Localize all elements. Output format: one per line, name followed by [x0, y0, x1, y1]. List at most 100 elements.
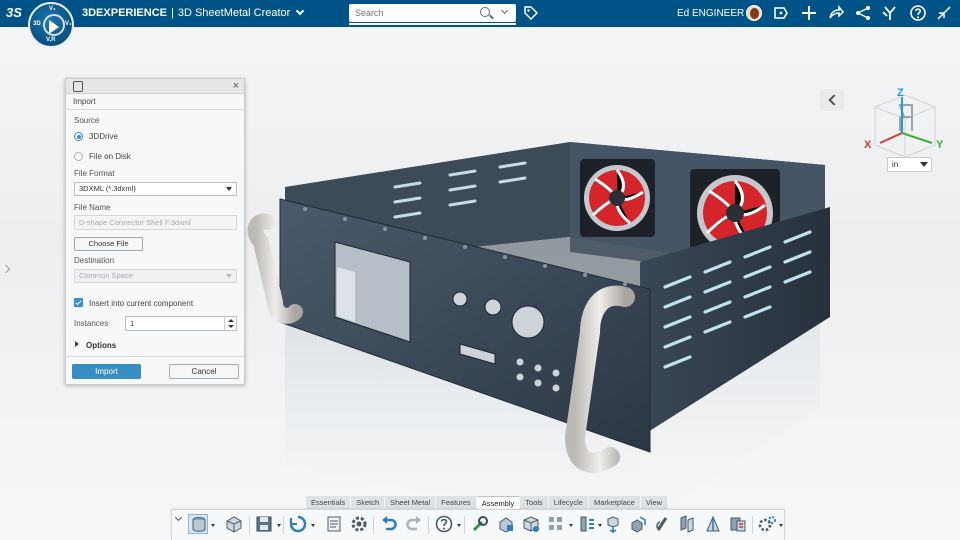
tab-sketch[interactable]: Sketch [351, 496, 386, 509]
collapse-icon[interactable] [935, 4, 953, 22]
refresh-icon[interactable] [288, 514, 308, 534]
app-title[interactable]: 3DEXPERIENCE | 3D SheetMetal Creator [82, 6, 305, 19]
measure-icon[interactable] [703, 514, 723, 534]
help-icon[interactable] [434, 514, 454, 534]
notifications-icon[interactable] [772, 4, 790, 22]
share-icon[interactable] [827, 4, 845, 22]
divider [66, 356, 244, 357]
add-icon[interactable] [800, 4, 818, 22]
top-bar: 3S 3DEXPERIENCE|3D SheetMetal Creator Ed… [0, 0, 960, 27]
import-button[interactable]: Import [72, 364, 141, 379]
search-input[interactable] [349, 4, 469, 22]
help-icon[interactable] [909, 4, 927, 22]
more-options-icon[interactable] [457, 524, 461, 527]
instances-value: 1 [130, 319, 135, 328]
tab-marketplace[interactable]: Marketplace [588, 496, 641, 509]
tag-icon[interactable] [524, 6, 538, 20]
z-axis-label: Z [897, 87, 904, 99]
y-axis-label: Y [936, 139, 944, 151]
search-box[interactable] [349, 4, 516, 22]
units-value: in [892, 160, 899, 169]
destination-value: Common Space [79, 271, 133, 280]
tab-essentials[interactable]: Essentials [306, 496, 352, 509]
user-name[interactable]: Ed ENGINEER [677, 8, 744, 19]
save-icon[interactable] [254, 514, 274, 534]
chevron-down-icon [226, 187, 232, 191]
network-icon[interactable] [854, 4, 872, 22]
more-options-icon[interactable] [311, 524, 315, 527]
insert-checkbox[interactable] [74, 298, 83, 307]
chevron-down-icon[interactable] [174, 513, 183, 522]
insert-part-icon[interactable] [224, 514, 244, 534]
search-icon[interactable] [480, 7, 490, 17]
mate-icon[interactable] [470, 514, 490, 534]
compass-widget[interactable]: V₂ 3D V₁ V,R [28, 2, 74, 48]
search-dropdown-icon[interactable] [500, 6, 509, 15]
source-3ddrive-label[interactable]: 3DDrive [89, 132, 118, 141]
configure-icon[interactable] [757, 514, 777, 534]
section-icon[interactable] [728, 514, 748, 534]
pattern-icon[interactable] [546, 514, 566, 534]
insert-label[interactable]: Insert into current component [89, 299, 193, 308]
database-icon [73, 81, 83, 92]
undo-icon[interactable] [379, 514, 399, 534]
chevron-down-icon[interactable] [296, 6, 305, 16]
divider [464, 516, 465, 534]
source-3ddrive-radio[interactable] [74, 132, 83, 141]
fix-icon[interactable] [496, 514, 516, 534]
replace-icon[interactable] [628, 514, 648, 534]
apps-icon[interactable] [881, 4, 899, 22]
tab-lifecycle[interactable]: Lifecycle [548, 496, 589, 509]
fan-left [580, 159, 655, 237]
flexible-icon[interactable] [652, 514, 672, 534]
tab-features[interactable]: Features [436, 496, 477, 509]
file-format-label: File Format [74, 169, 115, 178]
tab-view[interactable]: View [640, 496, 668, 509]
axis-triad[interactable]: Z X Y [860, 85, 950, 165]
explode-icon[interactable] [577, 514, 597, 534]
tab-tools[interactable]: Tools [520, 496, 549, 509]
import-icon[interactable] [188, 514, 208, 534]
dialog-header[interactable]: × [66, 79, 244, 94]
instances-label: Instances [74, 319, 109, 328]
units-select[interactable]: in [887, 157, 932, 172]
dassault-logo[interactable]: 3S [6, 5, 22, 20]
file-name-field: D-shape Connector Shell F.3dxml [74, 215, 237, 230]
destination-label: Destination [74, 256, 115, 265]
file-format-select[interactable]: 3DXML (*.3dxml) [74, 182, 237, 196]
choose-file-button[interactable]: Choose File [74, 237, 143, 251]
more-options-icon[interactable] [569, 524, 573, 527]
assembly-icon[interactable] [521, 514, 541, 534]
panel-collapse-button[interactable] [820, 89, 844, 111]
avatar[interactable] [746, 5, 762, 21]
source-disk-label[interactable]: File on Disk [89, 152, 131, 161]
move-icon[interactable] [603, 514, 623, 534]
play-icon[interactable] [49, 20, 59, 34]
stepper-arrows-icon[interactable] [224, 317, 236, 330]
compass-bottom-label: V,R [46, 37, 56, 43]
cancel-button[interactable]: Cancel [169, 364, 239, 379]
settings-icon[interactable] [349, 514, 369, 534]
more-options-icon[interactable] [277, 524, 281, 527]
redo-icon[interactable] [404, 514, 424, 534]
action-bar [171, 509, 785, 540]
close-icon[interactable]: × [233, 80, 239, 92]
tab-sheet-metal[interactable]: Sheet Metal [385, 496, 437, 509]
x-axis-label: X [864, 139, 872, 151]
expand-triangle-icon[interactable] [75, 341, 79, 347]
chassis-model[interactable] [245, 107, 845, 527]
source-label: Source [74, 116, 100, 125]
more-options-icon[interactable] [779, 524, 783, 527]
import-dialog: × Import Source 3DDrive File on Disk Fil… [65, 78, 245, 385]
file-name-label: File Name [74, 203, 111, 212]
connect-icon[interactable] [677, 514, 697, 534]
tab-assembly[interactable]: Assembly [476, 496, 521, 509]
more-options-icon[interactable] [211, 524, 215, 527]
options-toggle[interactable]: Options [86, 341, 116, 350]
properties-icon[interactable] [324, 514, 344, 534]
compass-top-label: V₂ [49, 6, 56, 12]
divider [752, 516, 753, 534]
instances-stepper[interactable]: 1 [125, 316, 237, 331]
more-options-icon[interactable] [598, 524, 602, 527]
source-disk-radio[interactable] [74, 152, 83, 161]
